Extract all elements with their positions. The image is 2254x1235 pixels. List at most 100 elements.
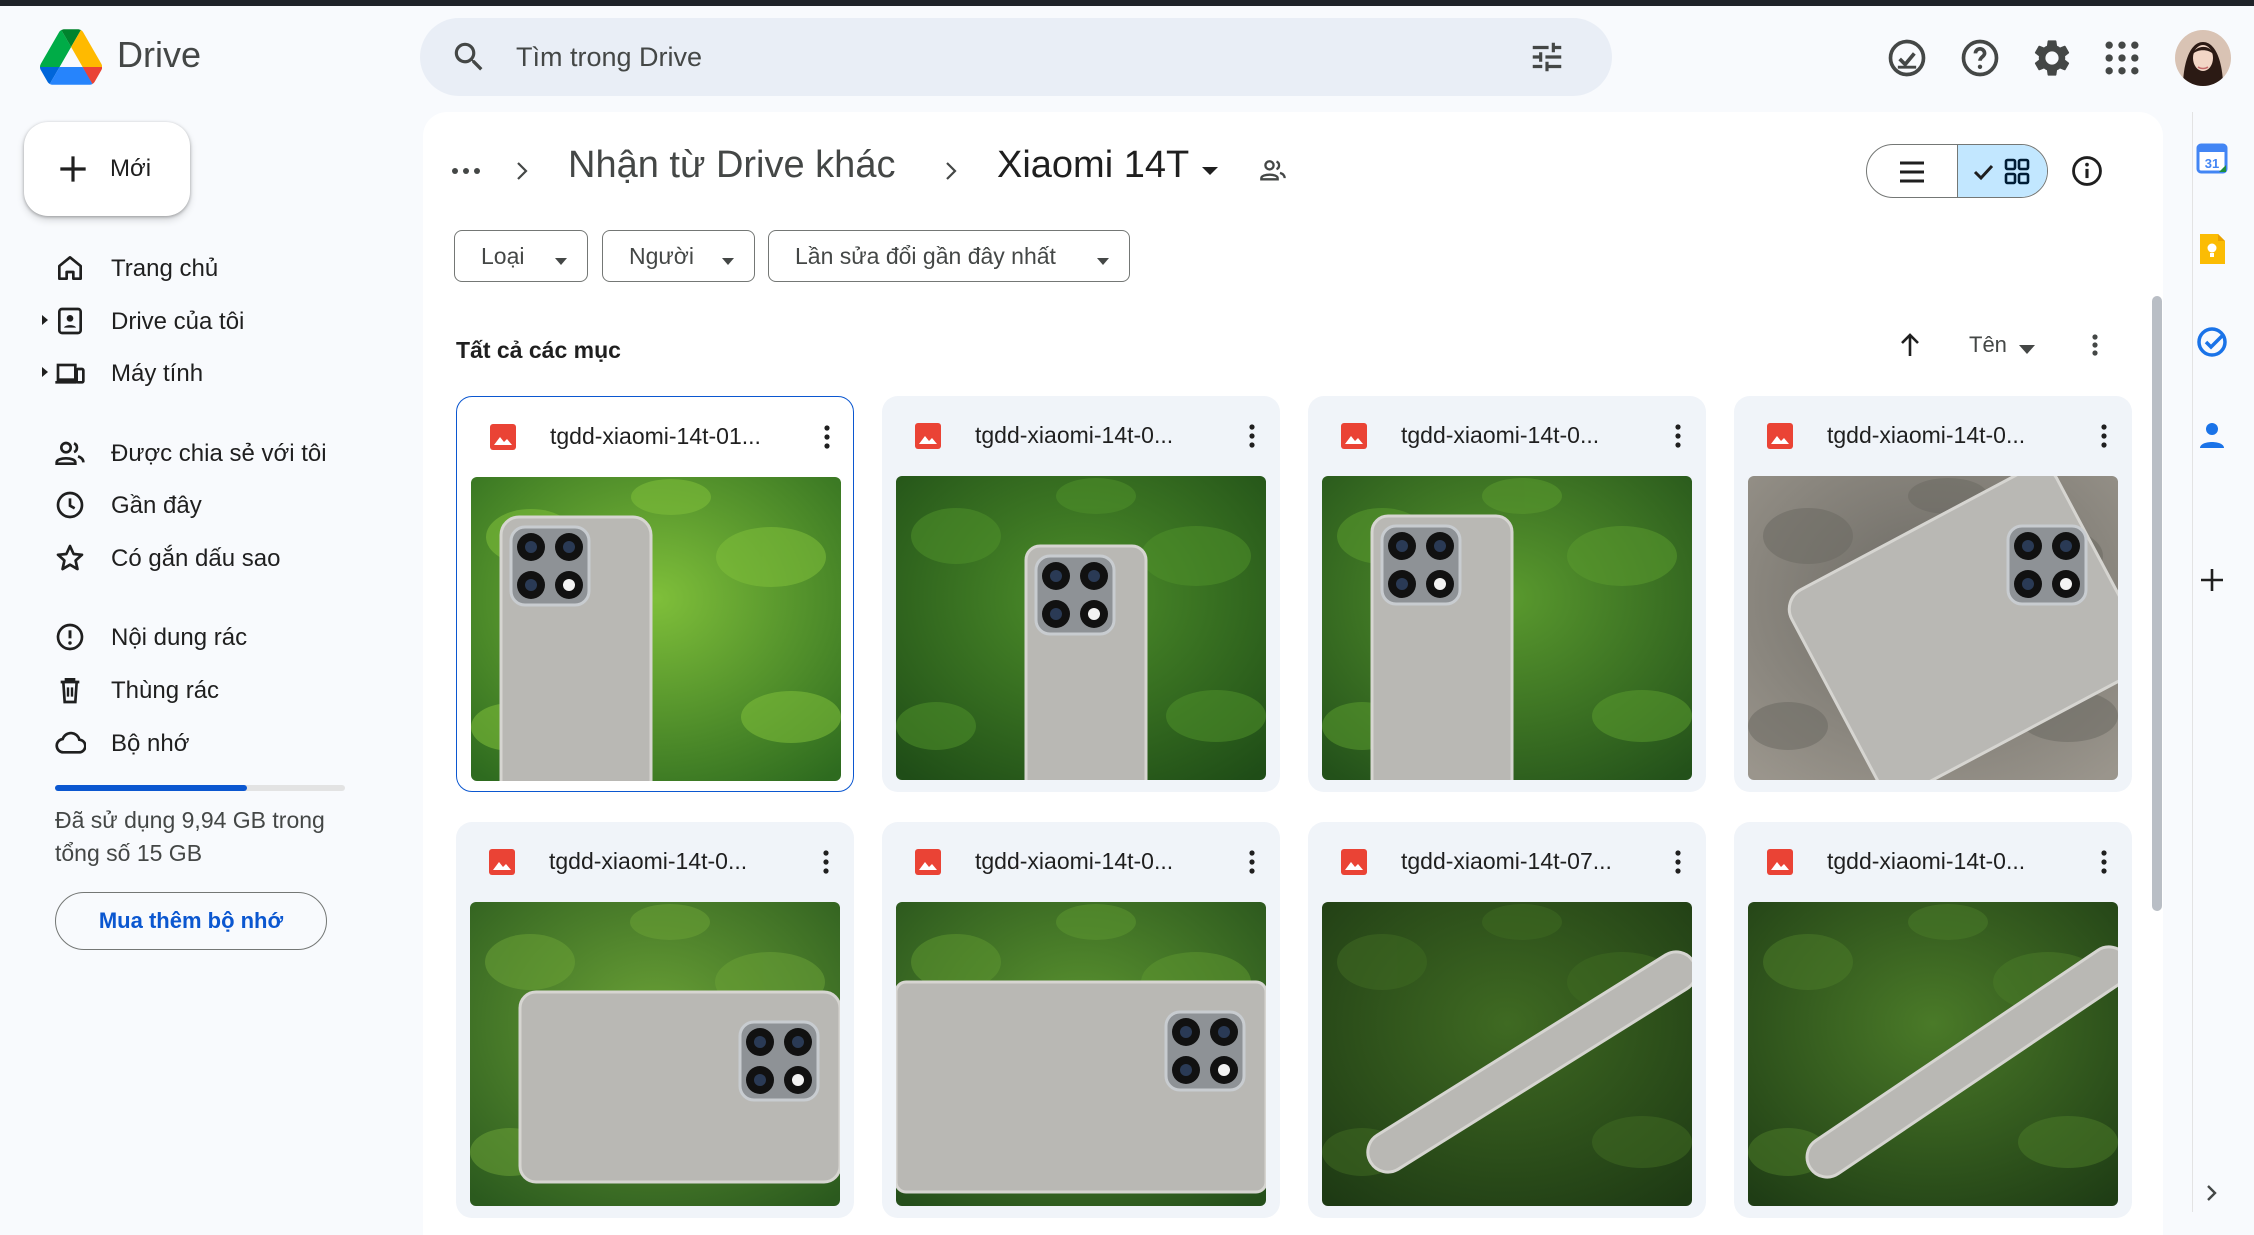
file-name: tgdd-xiaomi-14t-0... (1827, 422, 2026, 448)
file-card[interactable]: tgdd-xiaomi-14t-0... (882, 396, 1280, 792)
expand-caret-icon[interactable] (40, 313, 50, 327)
file-name: tgdd-xiaomi-14t-0... (1827, 848, 2026, 874)
sidebar-item-shared-with-me[interactable]: Được chia sẻ với tôi (30, 429, 410, 477)
more-options-icon[interactable] (2084, 332, 2106, 358)
file-card[interactable]: tgdd-xiaomi-14t-0... (456, 822, 854, 1218)
sidebar-item-home[interactable]: Trang chủ (30, 244, 410, 292)
svg-text:31: 31 (2205, 156, 2219, 171)
sidebar-item-trash[interactable]: Thùng rác (30, 666, 410, 714)
file-name: tgdd-xiaomi-14t-0... (549, 848, 748, 874)
more-options-icon[interactable] (2098, 848, 2110, 876)
filter-type-label: Loại (481, 243, 525, 269)
grid-view-button[interactable] (1957, 145, 2047, 197)
sidebar-item-starred[interactable]: Có gắn dấu sao (30, 534, 410, 582)
more-options-icon[interactable] (1246, 848, 1258, 876)
file-card[interactable]: tgdd-xiaomi-14t-0... (1308, 396, 1706, 792)
file-thumbnail-image[interactable] (1748, 902, 2118, 1206)
image-file-icon (1340, 422, 1368, 450)
sidebar-item-storage[interactable]: Bộ nhớ (30, 719, 410, 767)
help-icon[interactable] (1958, 36, 2002, 80)
add-addon-icon[interactable] (2195, 563, 2229, 597)
file-name: tgdd-xiaomi-14t-07... (1401, 848, 1612, 874)
contacts-icon[interactable] (2195, 418, 2229, 452)
search-bar[interactable]: Tìm trong Drive (420, 18, 1612, 96)
ready-for-offline-icon[interactable] (1885, 36, 1929, 80)
spam-icon (54, 621, 86, 653)
drive-logo[interactable] (40, 29, 103, 85)
more-options-icon[interactable] (2098, 422, 2110, 450)
more-options-icon[interactable] (1672, 848, 1684, 876)
sidebar-item-recent[interactable]: Gần đây (30, 481, 410, 529)
file-thumbnail-image[interactable] (896, 476, 1266, 780)
image-file-icon (489, 423, 517, 451)
tasks-icon[interactable] (2195, 325, 2229, 359)
sidebar-item-label: Có gắn dấu sao (111, 545, 281, 572)
sidebar-item-spam[interactable]: Nội dung rác (30, 613, 410, 661)
sidebar-item-computers[interactable]: Máy tính (30, 349, 410, 397)
file-thumbnail-image[interactable] (470, 902, 840, 1206)
file-card[interactable]: tgdd-xiaomi-14t-01... (456, 396, 854, 792)
sidebar-item-my-drive[interactable]: Drive của tôi (30, 297, 410, 345)
plus-icon (54, 150, 92, 188)
people-icon (54, 437, 86, 469)
chevron-right-icon[interactable] (2195, 1176, 2229, 1210)
sidebar-item-label: Thùng rác (111, 677, 220, 704)
cloud-icon (54, 727, 87, 759)
calendar-icon[interactable]: 31 (2195, 141, 2229, 175)
clock-icon (54, 489, 86, 521)
image-file-icon (914, 422, 942, 450)
list-view-button[interactable] (1867, 145, 1957, 197)
side-panel-divider (2192, 112, 2193, 1212)
folder-menu-dropdown-icon[interactable] (1200, 164, 1220, 176)
chevron-right-icon (511, 156, 533, 186)
filter-type-chip[interactable]: Loại (454, 230, 588, 282)
account-avatar[interactable] (2175, 30, 2231, 86)
image-file-icon (914, 848, 942, 876)
computer-icon (54, 357, 86, 389)
file-card[interactable]: tgdd-xiaomi-14t-0... (882, 822, 1280, 1218)
storage-usage-fill (55, 785, 248, 791)
my-drive-icon (54, 305, 86, 337)
sidebar-item-label: Nội dung rác (111, 624, 248, 651)
more-options-icon[interactable] (1246, 422, 1258, 450)
filter-modified-chip[interactable]: Lần sửa đổi gần đây nhất (768, 230, 1130, 282)
settings-icon[interactable] (2030, 36, 2074, 80)
storage-usage-text: Đã sử dụng 9,94 GB trong tổng số 15 GB (55, 807, 325, 866)
file-card[interactable]: tgdd-xiaomi-14t-0... (1734, 822, 2132, 1218)
filter-people-label: Người (629, 243, 694, 269)
breadcrumb-current[interactable]: Xiaomi 14T (997, 144, 1189, 187)
sort-direction-arrow-up-icon[interactable] (1897, 331, 1923, 359)
new-button[interactable]: Mới (24, 122, 190, 216)
breadcrumb-more-icon[interactable] (450, 158, 482, 184)
more-options-icon[interactable] (1672, 422, 1684, 450)
image-file-icon (1766, 422, 1794, 450)
file-thumbnail-image[interactable] (1322, 902, 1692, 1206)
search-options-icon[interactable] (1528, 38, 1566, 76)
file-thumbnail-image[interactable] (471, 477, 841, 781)
file-thumbnail-image[interactable] (1748, 476, 2118, 780)
file-thumbnail-image[interactable] (896, 902, 1266, 1206)
keep-icon[interactable] (2195, 232, 2229, 266)
expand-caret-icon[interactable] (40, 365, 50, 379)
file-name: tgdd-xiaomi-14t-01... (550, 423, 761, 449)
file-card[interactable]: tgdd-xiaomi-14t-0... (1734, 396, 2132, 792)
apps-grid-icon[interactable] (2100, 36, 2144, 80)
shared-folder-icon[interactable] (1257, 156, 1289, 184)
filter-people-chip[interactable]: Người (602, 230, 755, 282)
sort-dropdown-icon[interactable] (2019, 342, 2035, 354)
more-options-icon[interactable] (821, 423, 833, 451)
file-card[interactable]: tgdd-xiaomi-14t-07... (1308, 822, 1706, 1218)
scrollbar-thumb[interactable] (2152, 296, 2162, 911)
sidebar-item-label: Được chia sẻ với tôi (111, 440, 327, 467)
breadcrumb-parent[interactable]: Nhận từ Drive khác (568, 144, 895, 187)
info-icon[interactable] (2070, 154, 2104, 188)
file-name: tgdd-xiaomi-14t-0... (975, 848, 1174, 874)
home-icon (54, 252, 86, 284)
more-options-icon[interactable] (820, 848, 832, 876)
sort-by-button[interactable]: Tên (1969, 332, 2007, 358)
search-icon[interactable] (450, 38, 488, 76)
buy-storage-button[interactable]: Mua thêm bộ nhớ (55, 892, 327, 950)
search-input[interactable]: Tìm trong Drive (516, 42, 702, 73)
file-thumbnail-image[interactable] (1322, 476, 1692, 780)
window-top-border (0, 0, 2254, 6)
